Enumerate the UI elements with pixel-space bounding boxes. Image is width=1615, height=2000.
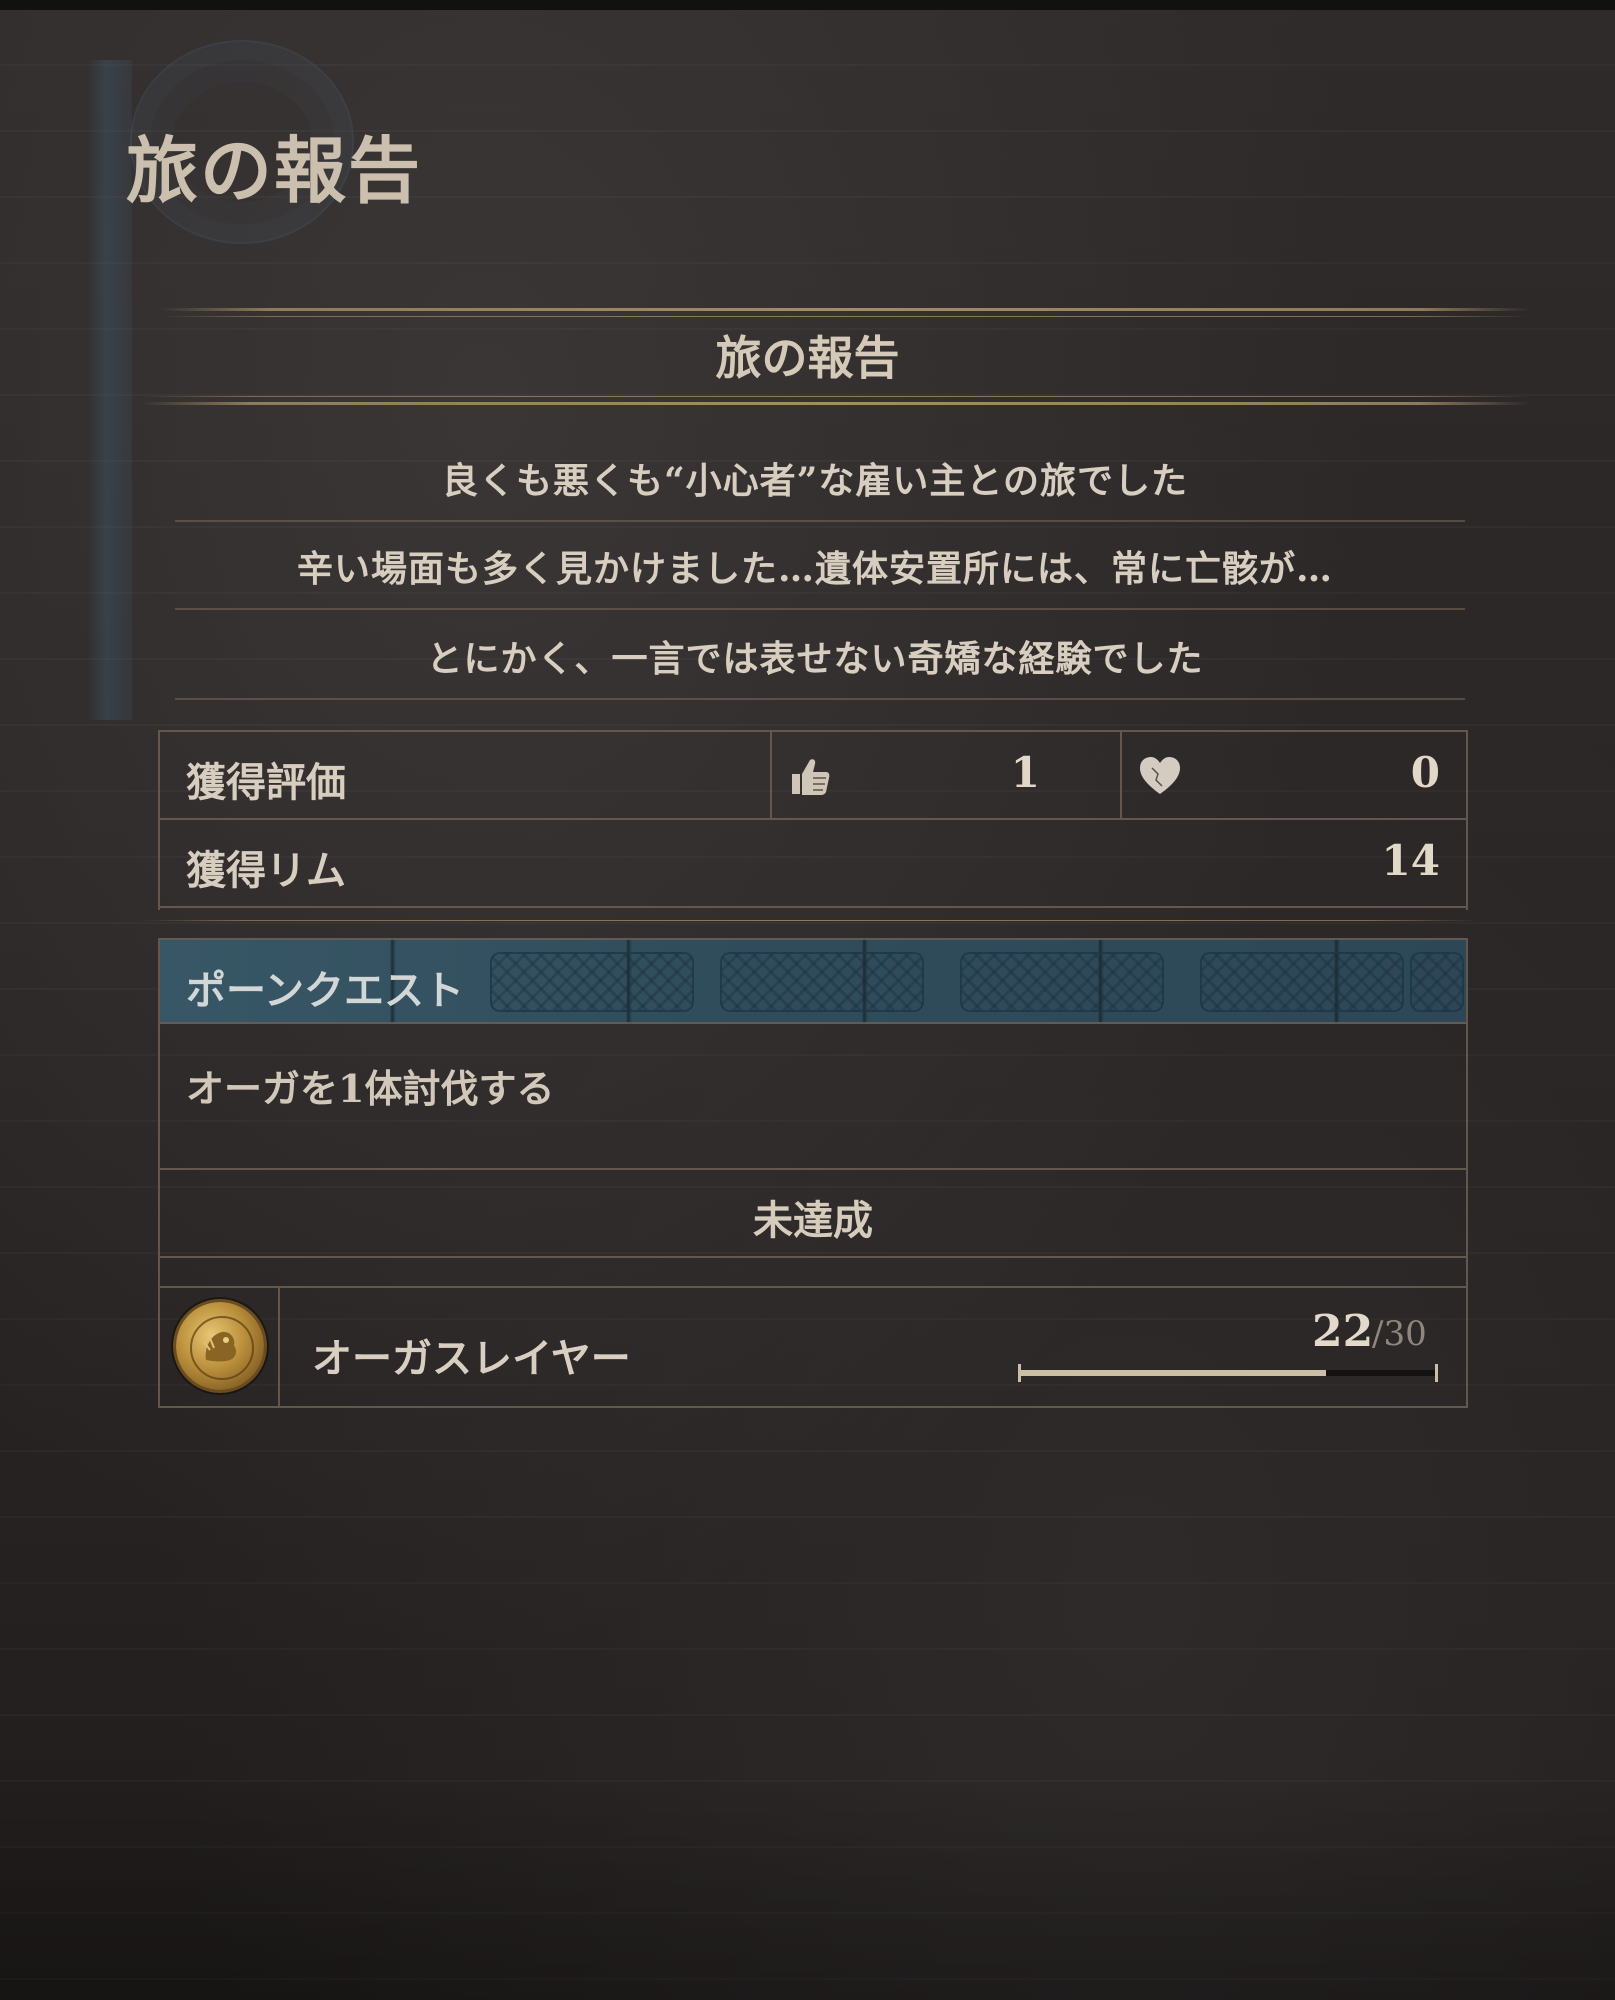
section-rule-top-thin	[160, 316, 1530, 317]
report-line-1: 良くも悪くも“小心者”な雇い主との旅でした	[441, 460, 1189, 502]
quest-divider	[160, 1168, 1466, 1170]
quest-header: ポーンクエスト	[160, 938, 1466, 1024]
column-divider	[770, 732, 772, 818]
knot-ornament	[960, 952, 1164, 1012]
achievement-row: オーガスレイヤー 22 /30	[160, 1288, 1466, 1408]
report-line-2: 辛い場面も多く見かけました…遺体安置所には、常に亡骸が…	[296, 548, 1333, 590]
progress-current: 22	[1312, 1306, 1374, 1357]
column-divider	[1120, 732, 1122, 818]
stats-table: 獲得評価 1 0 獲得リム 14	[158, 730, 1468, 910]
rating-label: 獲得評価	[186, 759, 346, 806]
achievement-divider	[278, 1288, 280, 1406]
progress-bar-start-tick	[1018, 1364, 1021, 1382]
section-title: 旅の報告	[715, 331, 900, 385]
progress-total: /30	[1372, 1314, 1427, 1354]
bottom-shade	[0, 1780, 1615, 2000]
rim-row: 獲得リム 14	[160, 820, 1466, 908]
top-edge	[0, 0, 1615, 10]
quest-description: オーガを1体討伐する	[186, 1066, 555, 1111]
quest-divider	[160, 1256, 1466, 1258]
progress-bar-end-tick	[1435, 1364, 1438, 1382]
knot-ornament	[1200, 952, 1404, 1012]
page-title: 旅の報告	[126, 128, 423, 213]
quest-header-label: ポーンクエスト	[186, 967, 464, 1014]
ogre-medal-icon	[176, 1302, 264, 1390]
progress-bar-fill	[1018, 1370, 1326, 1376]
heart-icon	[1136, 752, 1184, 800]
report-divider	[175, 520, 1465, 522]
knot-ornament	[720, 952, 924, 1012]
section-rule-bottom	[140, 402, 1530, 405]
section-rule-bottom-thin	[140, 396, 1530, 397]
rating-row: 獲得評価 1 0	[160, 732, 1466, 820]
hearts-count: 0	[1410, 748, 1440, 797]
report-line-3: とにかく、一言では表せない奇矯な経験でした	[426, 638, 1204, 680]
thumbs-up-icon	[786, 752, 834, 800]
quest-table: ポーンクエスト オーガを1体討伐する 未達成 オーガスレイヤー 22 /30	[158, 938, 1468, 1408]
rim-value: 14	[1381, 836, 1440, 885]
stats-rule	[140, 920, 1480, 921]
knot-ornament	[1410, 952, 1464, 1012]
quest-status: 未達成	[753, 1197, 873, 1244]
report-divider	[175, 608, 1465, 610]
likes-count: 1	[1010, 748, 1040, 797]
section-rule-top	[160, 308, 1530, 311]
achievement-name: オーガスレイヤー	[312, 1335, 631, 1382]
progress-bar	[1018, 1364, 1438, 1382]
rim-label: 獲得リム	[186, 847, 346, 894]
knot-ornament	[490, 952, 694, 1012]
report-divider	[175, 698, 1465, 700]
